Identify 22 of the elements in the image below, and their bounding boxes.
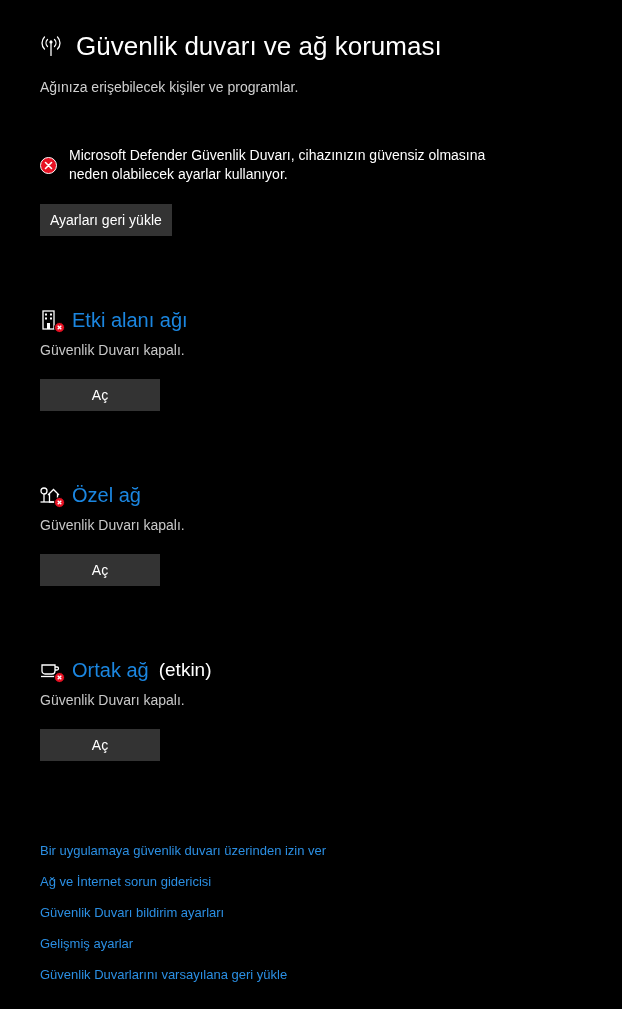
firewall-status: Güvenlik Duvarı kapalı. [40,516,186,535]
page-subtitle: Ağınıza erişebilecek kişiler ve programlar. [40,78,300,97]
turn-on-button[interactable]: Aç [40,729,160,761]
firewall-status: Güvenlik Duvarı kapalı. [40,691,186,710]
firewall-status: Güvenlik Duvarı kapalı. [40,341,186,360]
turn-on-button[interactable]: Aç [40,379,160,411]
settings-link[interactable]: Bir uygulamaya güvenlik duvarı üzerinden izin ver [40,841,327,861]
settings-link[interactable]: Güvenlik Duvarı bildirim ayarları [40,903,225,923]
restore-settings-button[interactable]: Ayarları geri yükle [40,204,172,236]
antenna-icon [40,36,62,56]
network-link[interactable]: Ortak ağ [72,656,149,684]
settings-link[interactable]: Ağ ve İnternet sorun gidericisi [40,872,212,892]
network-link[interactable]: Etki alanı ağı [72,306,188,334]
settings-link[interactable]: Güvenlik Duvarlarını varsayılana geri yükle [40,965,288,985]
alert-message: Microsoft Defender Güvenlik Duvarı, cihazınızın güvensiz olmasına neden olabilecek ayarlar kullanıyor. [69,146,487,184]
page-title: Güvenlik duvarı ve ağ koruması [76,30,442,63]
turn-on-button[interactable]: Aç [40,554,160,586]
settings-link[interactable]: Gelişmiş ayarlar [40,934,134,954]
error-icon [40,156,57,174]
network-link[interactable]: Özel ağ [72,481,141,509]
house-tree-icon [40,485,60,505]
active-label: (etkin) [158,658,212,682]
